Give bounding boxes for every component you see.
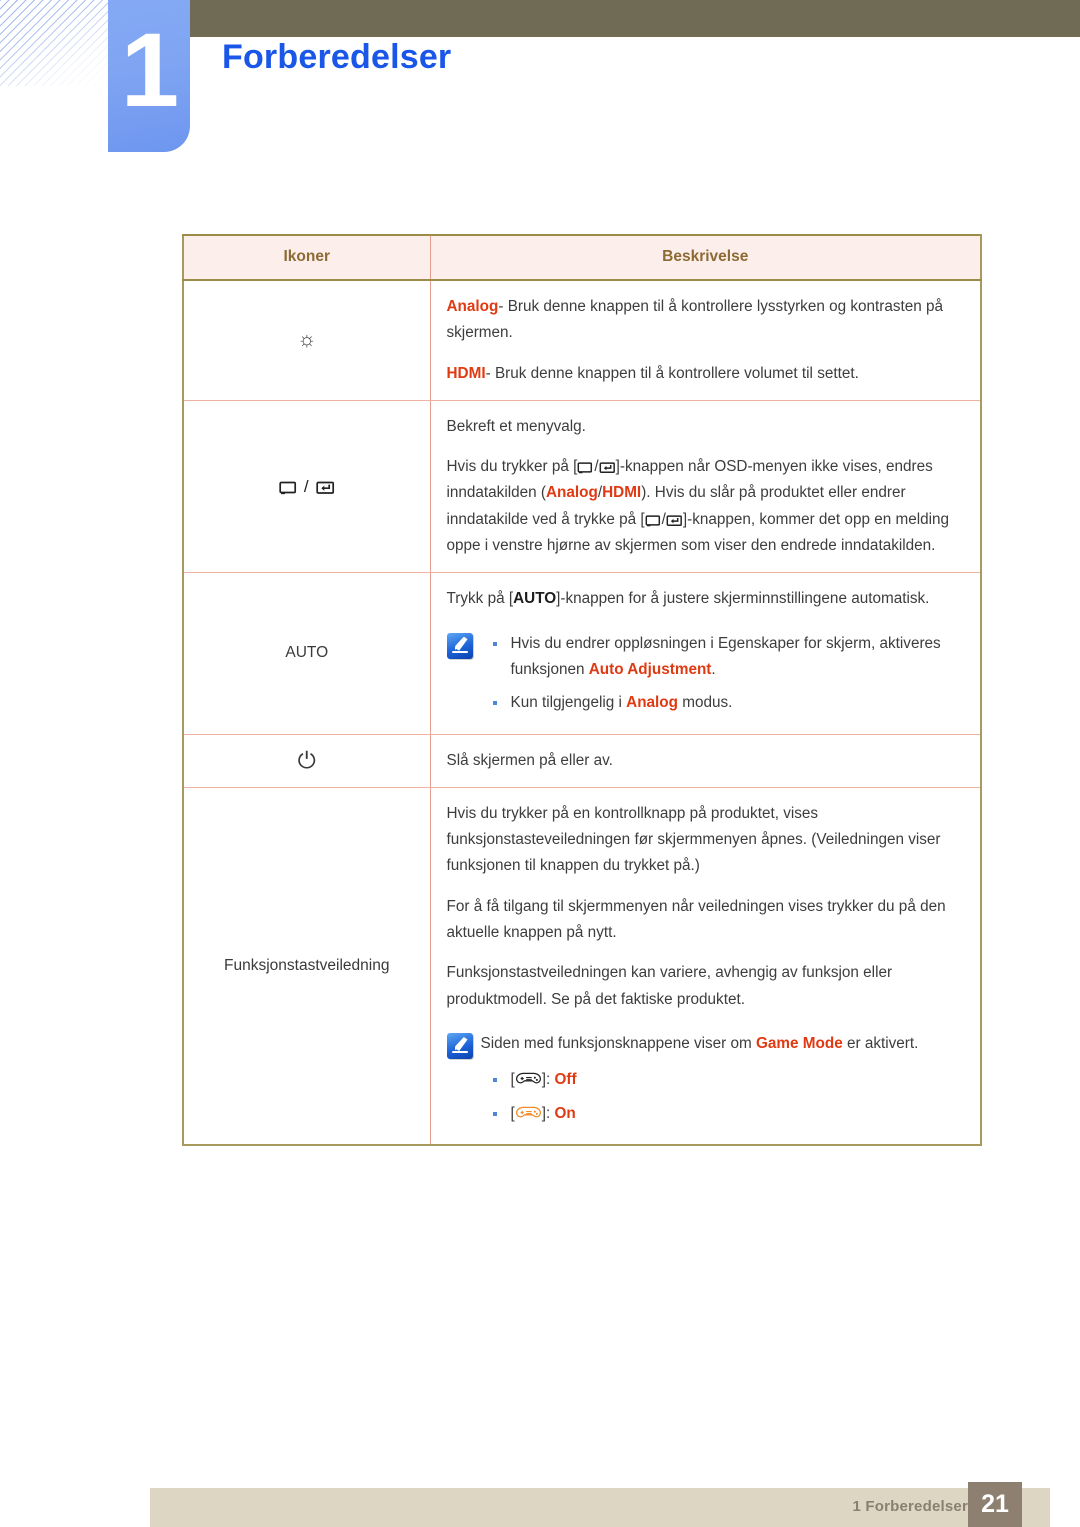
text-note-period: .	[711, 660, 716, 678]
note-pen-icon	[446, 1032, 473, 1059]
control-buttons-table: Ikoner Beskrivelse ☼ Analog- Bruk denne …	[182, 234, 982, 1146]
text-auto-1: Trykk på [	[446, 590, 514, 608]
text-note-3: modus.	[678, 694, 733, 712]
paragraph-hdmi: HDMI- Bruk denne knappen til å kontrolle…	[447, 361, 971, 387]
keyword-analog: Analog	[446, 298, 499, 315]
paragraph-confirm-menu: Bekreft et menyvalg.	[446, 417, 586, 435]
icon-cell-function-key-guide: Funksjonstastveiledning	[182, 787, 431, 1146]
keyword-game-mode: Game Mode	[756, 1034, 843, 1052]
table-row: AUTO Trykk på [AUTO]-knappen for å juste…	[182, 572, 982, 735]
description-cell-function-key-guide: Hvis du trykker på en kontrollknapp på p…	[430, 787, 982, 1146]
paragraph-guide-2: For å få tilgang til skjermmenyen når ve…	[446, 897, 946, 942]
icon-cell-power: ⏻	[182, 734, 431, 788]
table-header-row: Ikoner Beskrivelse	[182, 234, 982, 281]
source-enter-icon: /	[278, 477, 335, 496]
table-row: Funksjonstastveiledning Hvis du trykker …	[182, 787, 982, 1146]
keyword-analog-3: Analog	[626, 694, 678, 712]
list-item: Hvis du endrer oppløsningen i Egenskaper…	[492, 631, 971, 684]
bracket-close-on: ]:	[541, 1104, 555, 1122]
note-block-game-mode: Siden med funksjonsknappene viser om Gam…	[446, 1031, 971, 1127]
table-row: ☼ Analog- Bruk denne knappen til å kontr…	[182, 280, 982, 401]
icon-cell-brightness: ☼	[182, 280, 431, 401]
brightness-sun-icon: ☼	[297, 328, 317, 352]
description-cell-auto: Trykk på [AUTO]-knappen for å justere sk…	[430, 572, 982, 735]
power-icon: ⏻	[297, 746, 316, 773]
paragraph-source-switch: Hvis du trykker på [/]-knappen når OSD-m…	[447, 454, 971, 559]
text-hdmi-desc: - Bruk denne knappen til å kontrollere v…	[485, 364, 859, 382]
note-pen-icon	[446, 632, 473, 659]
note-body: Siden med funksjonsknappene viser om Gam…	[481, 1031, 971, 1127]
note-body: Hvis du endrer oppløsningen i Egenskaper…	[481, 631, 971, 717]
list-item: Kun tilgjengelig i Analog modus.	[492, 690, 971, 716]
icon-cell-auto: AUTO	[182, 572, 431, 735]
description-cell-power: Slå skjermen på eller av.	[430, 734, 982, 788]
description-cell-brightness: Analog- Bruk denne knappen til å kontrol…	[430, 280, 982, 401]
text-seg-1: Hvis du trykker på [	[446, 458, 578, 476]
column-header-description: Beskrivelse	[430, 234, 982, 281]
table-body: ☼ Analog- Bruk denne knappen til å kontr…	[182, 280, 982, 1146]
status-on: On	[554, 1104, 576, 1122]
paragraph-auto-press: Trykk på [AUTO]-knappen for å justere sk…	[447, 586, 971, 612]
keyword-auto-adjustment: Auto Adjustment	[588, 660, 712, 678]
chapter-number-badge: 1	[108, 0, 190, 152]
table-row: ⏻ Slå skjermen på eller av.	[182, 734, 982, 788]
bracket-close-off: ]:	[541, 1071, 555, 1089]
keyword-hdmi: HDMI	[446, 364, 486, 382]
note-block-auto: Hvis du endrer oppløsningen i Egenskaper…	[446, 631, 971, 717]
list-item: []: On	[492, 1101, 971, 1127]
label-auto-button: AUTO	[513, 590, 557, 608]
footer-section-label: 1 Forberedelser	[852, 1498, 968, 1515]
paragraph-guide-3: Funksjonstastveiledningen kan variere, a…	[446, 964, 893, 1008]
column-header-icons: Ikoner	[182, 234, 431, 281]
note-lead-game-mode: Siden med funksjonsknappene viser om Gam…	[481, 1031, 971, 1057]
paragraph-analog: Analog- Bruk denne knappen til å kontrol…	[447, 294, 971, 347]
gamepad-off-icon	[515, 1071, 542, 1088]
note-list: Hvis du endrer oppløsningen i Egenskaper…	[481, 631, 971, 717]
olive-header-bar	[190, 0, 1080, 37]
text-note-2: Kun tilgjengelig i	[510, 694, 627, 712]
table-row: / Bekreft et menyvalg. Hvis du trykker p…	[182, 400, 982, 574]
paragraph-power: Slå skjermen på eller av.	[446, 751, 613, 769]
description-cell-source-enter: Bekreft et menyvalg. Hvis du trykker på …	[430, 400, 982, 574]
decorative-hatch-pattern	[0, 0, 112, 86]
text-analog-desc: - Bruk denne knappen til å kontrollere l…	[446, 298, 944, 342]
keyword-analog-2: Analog	[546, 484, 598, 502]
icon-cell-source-enter: /	[182, 400, 431, 574]
text-gm-2: er aktivert.	[842, 1034, 919, 1052]
status-off: Off	[554, 1071, 577, 1089]
note-list: []: Off []: On	[481, 1067, 971, 1127]
gamepad-on-icon	[515, 1105, 542, 1122]
footer-page-number: 21	[968, 1482, 1022, 1527]
list-item: []: Off	[492, 1067, 971, 1093]
keyword-hdmi-2: HDMI	[602, 484, 642, 502]
text-auto-2: ]-knappen for å justere skjerminnstillin…	[556, 590, 930, 608]
paragraph-guide-1: Hvis du trykker på en kontrollknapp på p…	[446, 804, 941, 875]
page-title: Forberedelser	[222, 38, 452, 76]
table-header: Ikoner Beskrivelse	[182, 234, 982, 281]
text-note-1: Hvis du endrer oppløsningen i Egenskaper…	[510, 634, 941, 678]
source-enter-icon-inline-1: /	[577, 458, 615, 475]
text-gm-1: Siden med funksjonsknappene viser om	[480, 1034, 757, 1052]
source-enter-icon-inline-2: /	[645, 511, 683, 528]
